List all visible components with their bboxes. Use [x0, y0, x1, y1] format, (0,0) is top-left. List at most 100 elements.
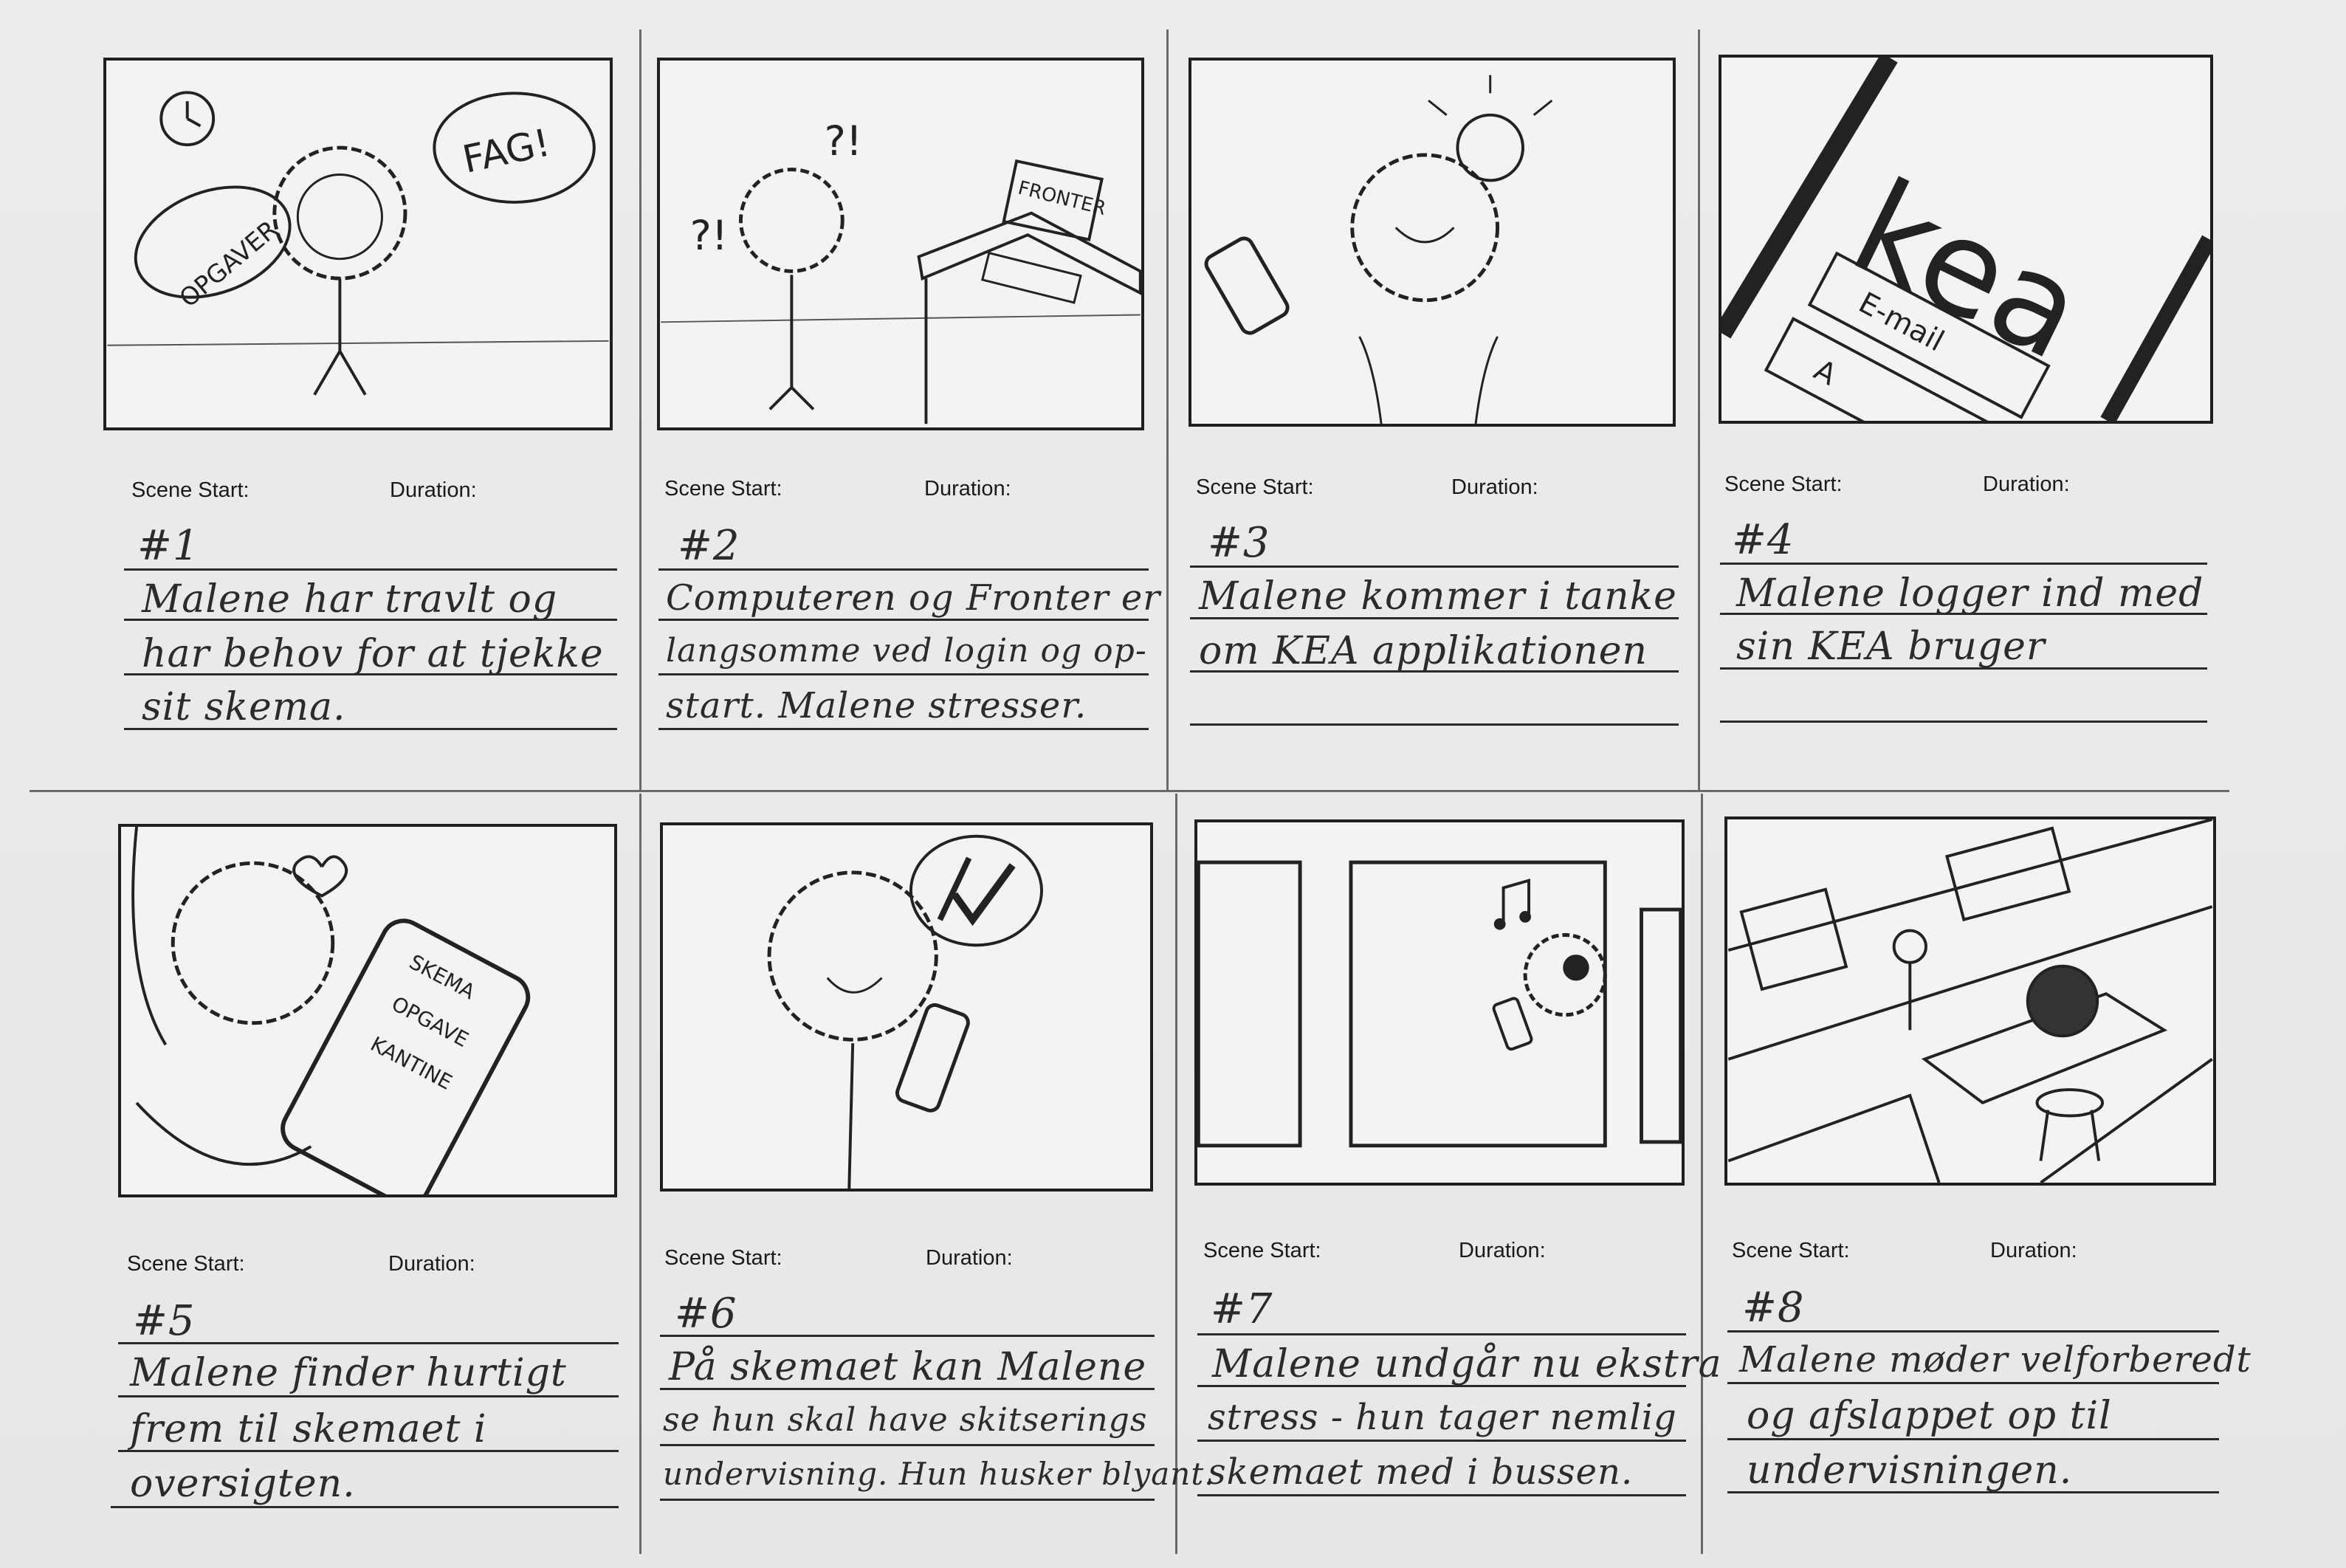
scene-5-number: #5	[133, 1297, 196, 1345]
scene-2-line-2: langsomme ved login og op-	[666, 632, 1147, 670]
scene-7-line-1: Malene undgår nu ekstra	[1212, 1342, 1722, 1386]
question-mark-right: ?!	[825, 117, 862, 165]
line-rule	[660, 1499, 1155, 1501]
scene-8-line-1: Malene møder velforberedt	[1739, 1339, 2252, 1380]
scene-1-line-2: har behov for at tjekke	[142, 632, 604, 676]
storyboard-sheet: OPGAVER FAG! Scene Start: Duration: #1 M…	[0, 0, 2346, 1568]
scene-8-line-3: undervisningen.	[1747, 1448, 2073, 1493]
clock-icon	[159, 91, 216, 147]
scene-6-line-3: undervisning. Hun husker blyant.	[663, 1456, 1215, 1492]
column-divider	[1166, 30, 1169, 790]
column-divider	[1698, 30, 1700, 790]
scene-2-line-3: start. Malene stresser.	[666, 685, 1087, 726]
duration-label: Duration:	[1459, 1239, 1546, 1262]
scene-4-number: #4	[1732, 516, 1795, 564]
bubble-opgaver: OPGAVER	[174, 215, 283, 313]
question-mark-left: ?!	[690, 212, 728, 259]
scene-6-sketch	[767, 834, 1043, 1189]
duration-label: Duration:	[388, 1252, 475, 1276]
line-rule	[1727, 1438, 2219, 1440]
column-divider	[1701, 794, 1703, 1554]
row-divider	[30, 790, 2229, 792]
bus-window-center	[1349, 860, 1607, 1148]
scene-5-line-3: oversigten.	[130, 1462, 356, 1506]
scene-6-frame	[660, 822, 1153, 1192]
duration-label: Duration:	[390, 478, 477, 502]
scene-4-line-1: Malene logger ind med	[1736, 571, 2204, 616]
line-rule	[1197, 1333, 1686, 1335]
scene-8-frame	[1724, 816, 2216, 1186]
scene-8-sketch	[1727, 819, 2213, 1183]
scene-5-line-1: Malene finder hurtigt	[130, 1351, 567, 1395]
poster-left	[1739, 887, 1848, 991]
scene-3-line-1: Malene kommer i tanke	[1199, 574, 1677, 619]
kea-logo: kea	[1831, 151, 2105, 390]
scene-start-label: Scene Start:	[1196, 475, 1314, 499]
line-rule	[660, 1444, 1155, 1446]
heart-icon	[292, 855, 348, 898]
scene-start-label: Scene Start:	[127, 1252, 245, 1276]
scene-start-label: Scene Start:	[1732, 1239, 1850, 1262]
scene-3-sketch	[1204, 75, 1553, 424]
scene-4-sketch: kea E-mail A	[1721, 58, 2210, 421]
menu-skema: SKEMA	[405, 950, 479, 1004]
scene-8-line-2: og afslappet op til	[1747, 1394, 2112, 1438]
menu-opgave: OPGAVE	[388, 992, 472, 1052]
scene-start-label: Scene Start:	[1724, 472, 1843, 496]
scene-3-line-2: om KEA applikationen	[1199, 629, 1648, 673]
scene-5-frame: SKEMA OPGAVE KANTINE	[118, 824, 617, 1197]
line-rule	[658, 673, 1149, 675]
scene-1-frame: OPGAVER FAG!	[103, 58, 613, 430]
scene-2-frame: ?! ?! FRONTER	[657, 58, 1144, 430]
scene-1-sketch: OPGAVER FAG!	[107, 91, 609, 396]
scene-3-frame	[1189, 58, 1676, 427]
scene-8-number: #8	[1742, 1284, 1805, 1332]
bus-window-right	[1640, 907, 1682, 1144]
line-rule	[1720, 721, 2207, 723]
duration-label: Duration:	[926, 1246, 1013, 1270]
scene-1-number: #1	[137, 522, 200, 570]
scene-start-label: Scene Start:	[1203, 1239, 1321, 1262]
scene-start-label: Scene Start:	[664, 477, 782, 501]
phone-icon	[1492, 997, 1533, 1051]
scene-2-number: #2	[678, 522, 740, 570]
scene-4-line-2: sin KEA bruger	[1736, 625, 2046, 669]
line-rule	[118, 1395, 619, 1397]
scene-2-line-1: Computeren og Fronter er	[666, 577, 1161, 619]
scene-1-line-3: sit skema.	[142, 685, 346, 729]
scene-2-sketch: ?! ?! FRONTER	[661, 117, 1141, 424]
phone-icon	[1204, 236, 1290, 335]
bubble-fag: FAG!	[459, 121, 554, 182]
scene-5-sketch: SKEMA OPGAVE KANTINE	[131, 827, 531, 1194]
duration-label: Duration:	[1983, 472, 2070, 496]
scene-6-line-2: se hun skal have skitserings	[663, 1401, 1148, 1439]
scene-4-frame: kea E-mail A	[1719, 55, 2213, 424]
duration-label: Duration:	[1990, 1239, 2077, 1262]
column-divider	[639, 30, 641, 790]
scene-start-label: Scene Start:	[131, 478, 250, 502]
scene-7-frame	[1194, 819, 1685, 1186]
bus-window-left	[1197, 860, 1302, 1148]
scene-6-line-1: På skemaet kan Malene	[669, 1345, 1147, 1389]
line-rule	[111, 1506, 619, 1508]
lightbulb-icon	[1456, 113, 1524, 182]
scene-6-number: #6	[675, 1290, 737, 1338]
line-rule	[658, 619, 1149, 621]
scene-start-label: Scene Start:	[664, 1246, 782, 1270]
duration-label: Duration:	[924, 477, 1011, 501]
column-divider	[1175, 794, 1177, 1554]
line-rule	[1190, 723, 1679, 726]
line-rule	[658, 728, 1149, 730]
phone-icon	[895, 1003, 970, 1113]
scene-7-line-2: stress - hun tager nemlig	[1208, 1397, 1677, 1438]
scene-7-sketch	[1197, 860, 1682, 1148]
thought-bubble	[909, 834, 1043, 947]
scene-7-number: #7	[1211, 1285, 1273, 1333]
scene-5-line-2: frem til skemaet i	[130, 1407, 487, 1451]
line-rule	[1727, 1382, 2219, 1384]
column-divider	[639, 794, 641, 1554]
duration-label: Duration:	[1451, 475, 1538, 499]
scene-1-line-1: Malene har travlt og	[142, 577, 558, 622]
password-field-label: A	[1809, 353, 1842, 392]
line-rule	[1197, 1494, 1686, 1496]
